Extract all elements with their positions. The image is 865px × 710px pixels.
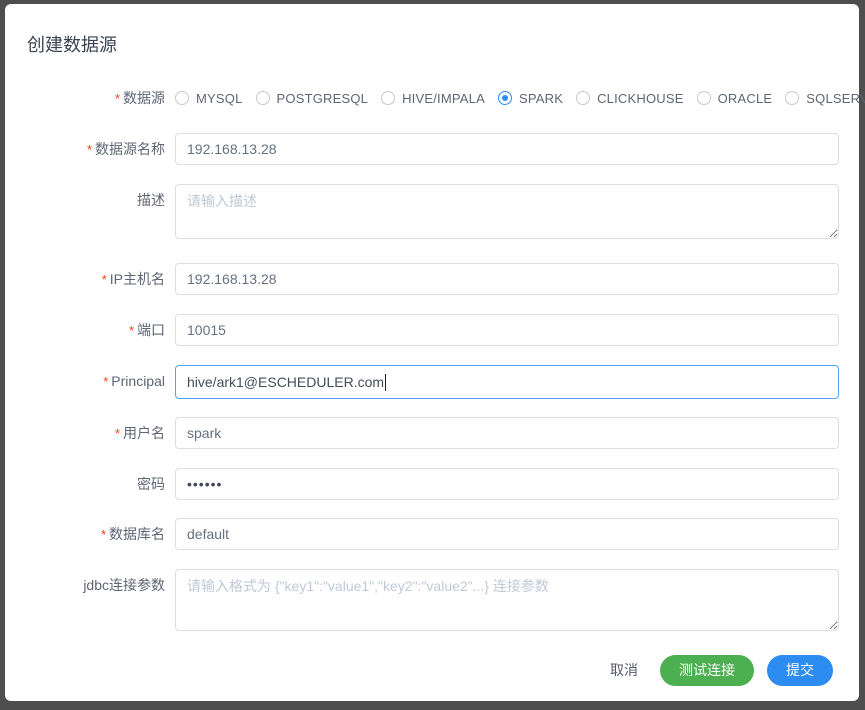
- radio-icon: [785, 91, 800, 105]
- radio-icon: [255, 91, 270, 105]
- principal-value: hive/ark1@ESCHEDULER.com: [187, 374, 385, 390]
- radio-icon: [696, 91, 711, 105]
- ip-host-input[interactable]: [175, 263, 839, 295]
- radio-option-label: POSTGRESQL: [276, 90, 369, 106]
- form-row-description: 描述: [27, 184, 839, 239]
- field-label-port: * 端口: [27, 314, 175, 347]
- database-name-input[interactable]: [175, 518, 839, 550]
- cancel-button[interactable]: 取消: [602, 654, 646, 686]
- field-label-datasource-name: * 数据源名称: [27, 133, 175, 166]
- field-label-database-name: * 数据库名: [27, 518, 175, 551]
- description-textarea[interactable]: [175, 184, 839, 239]
- form-row-password: 密码: [27, 468, 839, 500]
- principal-input[interactable]: hive/ark1@ESCHEDULER.com: [175, 365, 839, 399]
- test-connection-button[interactable]: 测试连接: [660, 654, 754, 686]
- datasource-name-input[interactable]: [175, 133, 839, 165]
- datasource-type-radio-group: MYSQL POSTGRESQL HIVE/IMPALA SPARK CLICK…: [175, 82, 865, 114]
- form-row-ip-host: * IP主机名: [27, 263, 839, 296]
- form-row-datasource-name: * 数据源名称: [27, 133, 839, 166]
- radio-option-spark[interactable]: SPARK: [497, 90, 564, 106]
- required-asterisk: *: [101, 272, 107, 287]
- required-asterisk: *: [114, 426, 120, 441]
- field-label-text: jdbc连接参数: [83, 577, 165, 593]
- form-row-jdbc-params: jdbc连接参数: [27, 569, 839, 631]
- field-label-text: Principal: [111, 373, 165, 389]
- field-label-text: 数据库名: [109, 526, 165, 542]
- field-label-datasource-type: * 数据源: [27, 82, 175, 115]
- radio-option-sqlserver[interactable]: SQLSERVER: [785, 91, 865, 106]
- form-row-database-name: * 数据库名: [27, 518, 839, 551]
- form-row-port: * 端口: [27, 314, 839, 347]
- radio-icon: [576, 91, 591, 105]
- field-label-text: 密码: [137, 476, 165, 492]
- dialog-title: 创建数据源: [27, 35, 117, 55]
- field-label-text: 端口: [137, 322, 165, 338]
- radio-option-clickhouse[interactable]: CLICKHOUSE: [576, 91, 684, 106]
- radio-option-oracle[interactable]: ORACLE: [696, 90, 773, 106]
- required-asterisk: *: [114, 91, 120, 106]
- required-asterisk: *: [103, 374, 109, 389]
- form-row-datasource-type: * 数据源 MYSQL POSTGRESQL HIVE/IMPALA SPARK …: [27, 82, 865, 115]
- field-label-username: * 用户名: [27, 417, 175, 450]
- submit-button[interactable]: 提交: [767, 654, 833, 686]
- required-asterisk: *: [86, 142, 92, 157]
- field-label-password: 密码: [27, 468, 175, 500]
- radio-option-postgresql[interactable]: POSTGRESQL: [255, 90, 369, 106]
- text-cursor: [385, 373, 387, 391]
- field-label-description: 描述: [27, 184, 175, 216]
- radio-option-mysql[interactable]: MYSQL: [175, 91, 243, 106]
- field-label-ip-host: * IP主机名: [27, 263, 175, 296]
- password-input[interactable]: [175, 468, 839, 500]
- radio-icon: [381, 91, 396, 105]
- radio-option-label: HIVE/IMPALA: [402, 90, 485, 106]
- radio-option-hive-impala[interactable]: HIVE/IMPALA: [381, 91, 485, 106]
- port-input[interactable]: [175, 314, 839, 346]
- radio-option-label: MYSQL: [196, 90, 243, 106]
- radio-selected-icon: [497, 91, 512, 105]
- form-row-username: * 用户名: [27, 417, 839, 450]
- form-row-principal: * Principal hive/ark1@ESCHEDULER.com: [27, 365, 839, 399]
- radio-icon: [175, 91, 189, 105]
- field-label-text: 用户名: [123, 425, 165, 441]
- radio-option-label: ORACLE: [717, 90, 773, 106]
- required-asterisk: *: [128, 323, 134, 338]
- dialog-footer: 取消 测试连接 提交: [27, 654, 839, 686]
- field-label-jdbc-params: jdbc连接参数: [27, 569, 175, 601]
- field-label-text: 数据源名称: [95, 141, 165, 157]
- required-asterisk: *: [100, 527, 106, 542]
- radio-option-label: SQLSERVER: [806, 90, 865, 106]
- field-label-text: 描述: [137, 192, 165, 208]
- create-datasource-dialog: 创建数据源 * 数据源 MYSQL POSTGRESQL HIVE/IMPALA …: [5, 4, 865, 701]
- field-label-text: IP主机名: [109, 271, 165, 287]
- radio-option-label: CLICKHOUSE: [597, 90, 684, 106]
- radio-option-label: SPARK: [518, 90, 564, 106]
- field-label-text: 数据源: [123, 90, 165, 106]
- field-label-principal: * Principal: [27, 365, 175, 398]
- username-input[interactable]: [175, 417, 839, 449]
- jdbc-params-textarea[interactable]: [175, 569, 839, 631]
